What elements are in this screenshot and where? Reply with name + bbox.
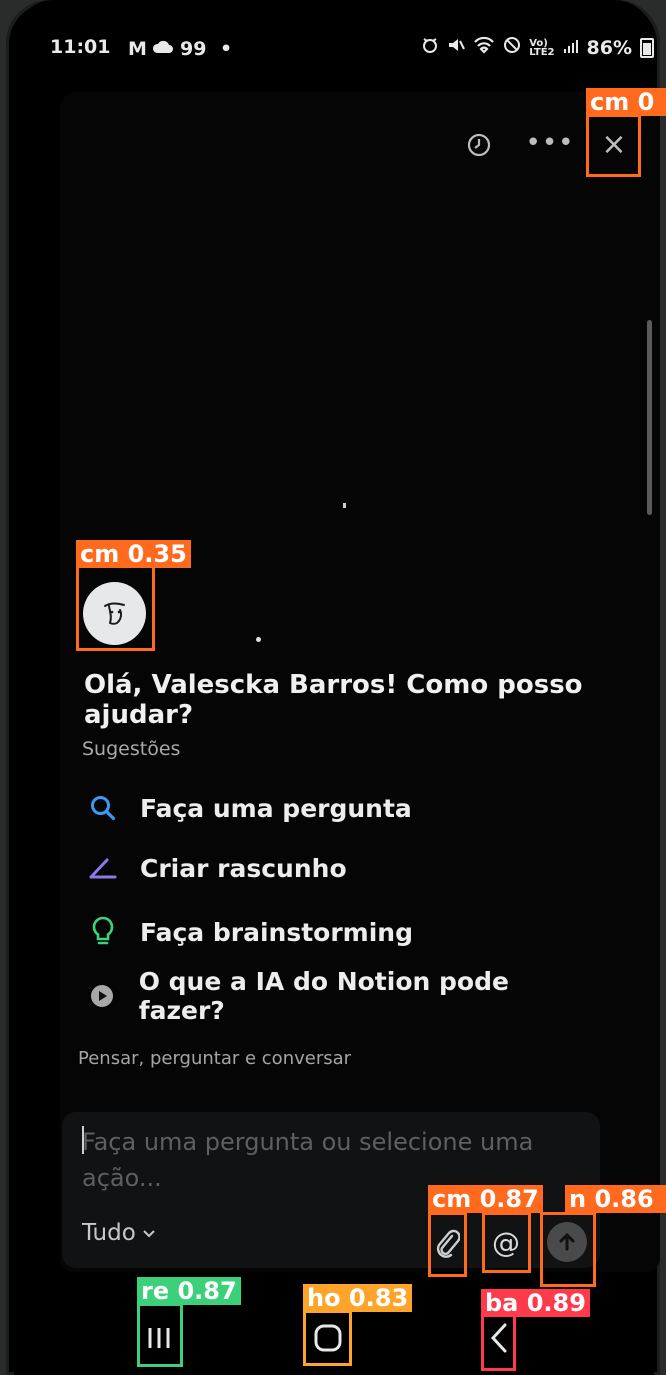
wifi-icon (473, 36, 495, 59)
detection-box (540, 1212, 596, 1287)
suggestions-heading: Sugestões (82, 738, 181, 760)
detection-box (482, 1212, 531, 1273)
greeting-text: Olá, Valescka Barros! Como posso ajudar? (84, 670, 583, 730)
status-dot: • (220, 38, 233, 60)
battery-percent: 86% (586, 36, 632, 59)
detection-box (76, 565, 155, 651)
cloud-icon (152, 38, 174, 60)
pen-icon (86, 851, 120, 885)
suggestion-draft[interactable]: Criar rascunho (86, 846, 586, 890)
lightbulb-icon (86, 915, 120, 949)
screen-artifact (256, 637, 261, 642)
search-icon (86, 791, 120, 825)
play-icon (86, 979, 119, 1013)
detection-box (137, 1303, 183, 1367)
status-bar: 11:01 M 99 • Vo) LTE2 86% (0, 36, 666, 64)
detection-label: ho 0.83 (303, 1284, 413, 1312)
scope-dropdown[interactable]: Tudo (82, 1220, 156, 1246)
detection-box (586, 114, 641, 177)
mute-icon (447, 36, 466, 59)
no-disturb-icon (503, 36, 521, 59)
status-time: 11:01 (50, 36, 111, 58)
detection-label: cm 0 (586, 88, 666, 116)
detection-label: ba 0.89 (481, 1289, 590, 1317)
status-right: Vo) LTE2 86% (421, 36, 654, 59)
suggestion-brainstorm[interactable]: Faça brainstorming (86, 910, 586, 954)
clock-icon (467, 133, 491, 157)
suggestion-label: Faça brainstorming (140, 917, 413, 947)
battery-icon (640, 37, 654, 58)
more-options-button[interactable]: ••• (526, 128, 574, 158)
volte-icon: Vo) LTE2 (529, 37, 555, 58)
detection-box (303, 1310, 352, 1366)
detection-label: re 0.87 (137, 1277, 241, 1305)
history-button[interactable] (464, 130, 494, 160)
detection-label: n 0.86 (565, 1185, 666, 1213)
screen-artifact (343, 503, 346, 508)
suggestion-label: O que a IA do Notion pode fazer? (138, 967, 509, 1025)
detection-box (481, 1313, 516, 1371)
section-label: Pensar, perguntar e conversar (78, 1048, 352, 1069)
detection-label: cm 0.87 (428, 1185, 543, 1213)
suggestion-ask-question[interactable]: Faça uma pergunta (86, 786, 586, 830)
gmail-icon: M (128, 38, 147, 60)
suggestion-what-can-ai-do[interactable]: O que a IA do Notion pode fazer? (86, 967, 586, 1025)
alarm-icon (421, 36, 439, 59)
signal-icon (563, 37, 579, 59)
detection-label: cm 0.35 (76, 540, 191, 568)
suggestion-label: Criar rascunho (140, 853, 347, 883)
suggestion-label: Faça uma pergunta (140, 793, 412, 823)
scrollbar[interactable] (647, 320, 652, 515)
scope-label: Tudo (82, 1220, 136, 1246)
text-cursor (82, 1126, 84, 1154)
notification-count: 99 (180, 38, 207, 60)
chevron-down-icon (143, 1230, 155, 1238)
detection-box (428, 1212, 467, 1277)
